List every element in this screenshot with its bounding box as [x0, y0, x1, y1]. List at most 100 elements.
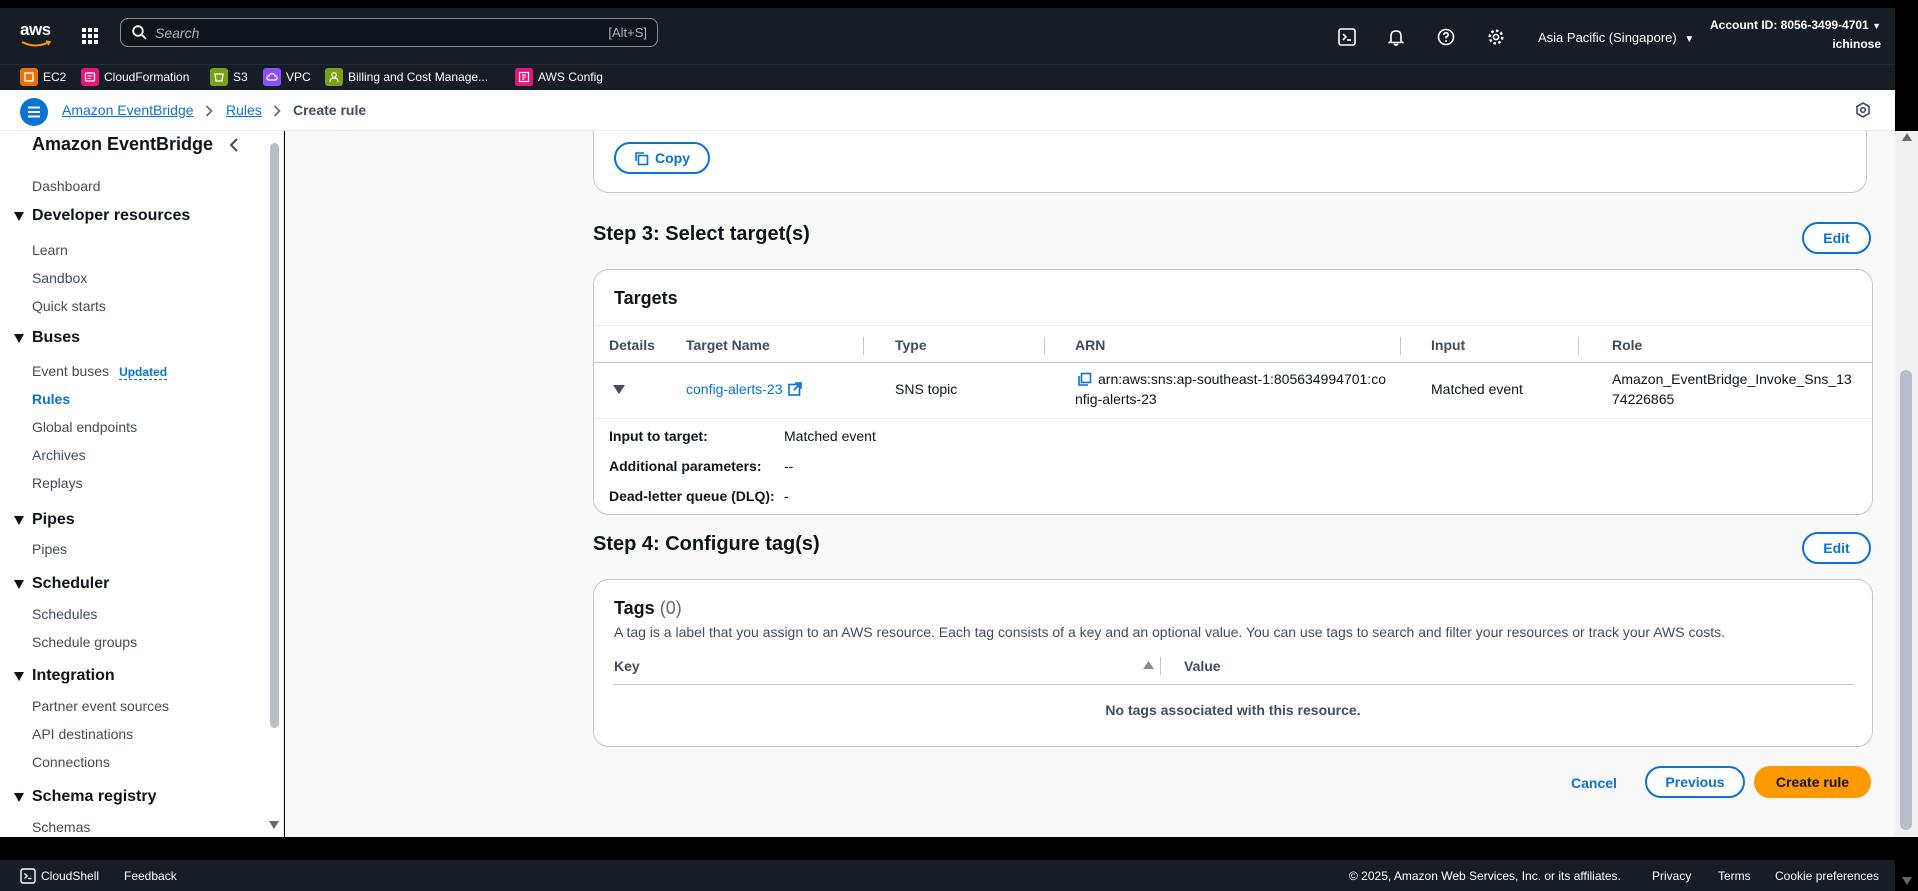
sidebar-item-partner-event-sources[interactable]: Partner event sources: [32, 698, 169, 714]
favorite-label: Billing and Cost Manage...: [348, 70, 489, 84]
sidebar-item-schedules[interactable]: Schedules: [32, 606, 97, 622]
vpc-cloud-icon: [263, 68, 281, 86]
favorite-vpc[interactable]: VPC: [263, 68, 311, 86]
info-panel-icon[interactable]: [1854, 101, 1872, 119]
column-header-type: Type: [895, 337, 927, 353]
sidebar-section-buses[interactable]: Buses: [14, 329, 80, 347]
sidebar-section-pipes[interactable]: Pipes: [14, 511, 75, 529]
collapse-sidebar-icon[interactable]: [228, 137, 240, 153]
sidebar-item-learn[interactable]: Learn: [32, 242, 68, 258]
sidebar-item-global-endpoints[interactable]: Global endpoints: [32, 419, 137, 435]
column-header-arn: ARN: [1075, 337, 1106, 353]
caret-down-icon: [14, 515, 24, 525]
header-divider: [614, 684, 1854, 685]
ec2-icon: [20, 68, 38, 86]
cookie-preferences-link[interactable]: Cookie preferences: [1775, 869, 1879, 883]
account-menu[interactable]: Account ID: 8056-3499-4701 ▼ ichinose: [1710, 16, 1881, 53]
sidebar-section-scheduler[interactable]: Scheduler: [14, 575, 109, 593]
tags-count: (0): [659, 598, 682, 618]
menu-toggle-button[interactable]: [20, 98, 48, 126]
sort-ascending-icon[interactable]: [1143, 661, 1154, 669]
scroll-down-arrow-icon[interactable]: [1902, 877, 1912, 885]
chevron-right-icon: [205, 105, 213, 117]
notifications-bell-icon[interactable]: [1387, 28, 1407, 48]
column-header-details: Details: [609, 337, 655, 353]
copy-button[interactable]: Copy: [614, 142, 710, 174]
aws-smile-icon: [21, 40, 52, 47]
breadcrumb-service-link[interactable]: Amazon EventBridge: [62, 102, 194, 118]
top-navigation: aws [Alt+S] Asia Pacific (Singapore) ▼: [0, 8, 1895, 64]
help-icon[interactable]: [1437, 28, 1457, 48]
favorite-ec2[interactable]: EC2: [20, 68, 66, 86]
cloudshell-icon[interactable]: [20, 868, 36, 884]
caret-down-icon: [14, 333, 24, 343]
chevron-right-icon: [273, 105, 281, 117]
sidebar-item-schedule-groups[interactable]: Schedule groups: [32, 634, 137, 650]
step-4-title: Step 4: Configure tag(s): [593, 533, 820, 555]
favorite-label: S3: [233, 70, 248, 84]
services-grid-icon[interactable]: [82, 28, 98, 44]
updated-badge[interactable]: Updated: [119, 365, 168, 380]
target-arn-line1: arn:aws:sns:ap-southeast-1:805634994701:…: [1098, 371, 1386, 387]
cancel-button[interactable]: Cancel: [1571, 775, 1617, 791]
sidebar-scrollbar-thumb[interactable]: [270, 143, 279, 728]
caret-down-icon: [14, 792, 24, 802]
footer: CloudShell Feedback © 2025, Amazon Web S…: [0, 860, 1895, 891]
sidebar-item-event-buses[interactable]: Event buses Updated: [32, 363, 168, 380]
sidebar-section-developer-resources[interactable]: Developer resources: [14, 207, 190, 225]
favorite-label: CloudFormation: [104, 70, 190, 84]
copy-arn-icon[interactable]: [1077, 372, 1092, 387]
row-divider: [594, 418, 1872, 419]
feedback-link[interactable]: Feedback: [124, 869, 177, 883]
column-separator: [863, 337, 864, 355]
target-name-link[interactable]: config-alerts-23: [686, 379, 802, 399]
sidebar-item-quick-starts[interactable]: Quick starts: [32, 298, 106, 314]
sidebar-item-pipes[interactable]: Pipes: [32, 541, 67, 557]
privacy-link[interactable]: Privacy: [1652, 869, 1691, 883]
sidebar-item-connections[interactable]: Connections: [32, 754, 110, 770]
sidebar-item-replays[interactable]: Replays: [32, 475, 83, 491]
previous-button[interactable]: Previous: [1645, 766, 1745, 798]
step-3-edit-button[interactable]: Edit: [1802, 222, 1871, 254]
tags-card: Tags (0) A tag is a label that you assig…: [593, 579, 1873, 747]
scroll-up-arrow-icon[interactable]: [1902, 133, 1912, 141]
sidebar-section-integration[interactable]: Integration: [14, 667, 115, 685]
sidebar-item-schemas[interactable]: Schemas: [32, 819, 90, 835]
caret-down-icon: ▼: [1684, 34, 1695, 45]
column-header-role: Role: [1612, 337, 1643, 353]
sidebar-item-rules[interactable]: Rules: [32, 391, 70, 407]
column-header-key[interactable]: Key: [614, 658, 640, 674]
page-scrollbar-thumb[interactable]: [1900, 370, 1912, 830]
expand-row-caret-icon[interactable]: [613, 385, 625, 394]
sidebar-section-label: Developer resources: [32, 207, 191, 224]
sidebar-section-schema-registry[interactable]: Schema registry: [14, 788, 157, 806]
scroll-down-arrow-icon[interactable]: [269, 821, 279, 829]
cloudshell-icon[interactable]: [1338, 28, 1358, 48]
favorite-cloudformation[interactable]: CloudFormation: [81, 68, 189, 86]
breadcrumb-rules-link[interactable]: Rules: [226, 102, 262, 118]
sidebar-item-sandbox[interactable]: Sandbox: [32, 270, 87, 286]
caret-down-icon: ▼: [1872, 21, 1881, 31]
external-link-icon: [787, 382, 802, 396]
favorite-aws-config[interactable]: AWS Config: [515, 68, 603, 86]
aws-logo[interactable]: aws: [20, 20, 52, 50]
search-box[interactable]: [Alt+S]: [120, 18, 658, 47]
target-arn-line2: nfig-alerts-23: [1075, 391, 1157, 407]
search-input[interactable]: [155, 23, 555, 43]
cloudshell-link[interactable]: CloudShell: [41, 869, 99, 883]
sidebar-item-api-destinations[interactable]: API destinations: [32, 726, 133, 742]
favorite-label: AWS Config: [538, 70, 603, 84]
favorite-billing[interactable]: Billing and Cost Manage...: [325, 68, 488, 86]
caret-down-icon: [14, 211, 24, 221]
sidebar-item-archives[interactable]: Archives: [32, 447, 86, 463]
detail-value-additional-parameters: --: [784, 458, 794, 474]
step-4-edit-button[interactable]: Edit: [1802, 532, 1871, 564]
terms-link[interactable]: Terms: [1718, 869, 1751, 883]
settings-gear-icon[interactable]: [1487, 28, 1507, 48]
sidebar-item-dashboard[interactable]: Dashboard: [32, 178, 101, 194]
tags-card-title: Tags (0): [614, 598, 682, 619]
favorite-s3[interactable]: S3: [210, 68, 248, 86]
create-rule-button[interactable]: Create rule: [1754, 766, 1871, 798]
region-selector[interactable]: Asia Pacific (Singapore) ▼: [1538, 30, 1694, 45]
tags-description: A tag is a label that you assign to an A…: [614, 624, 1726, 640]
